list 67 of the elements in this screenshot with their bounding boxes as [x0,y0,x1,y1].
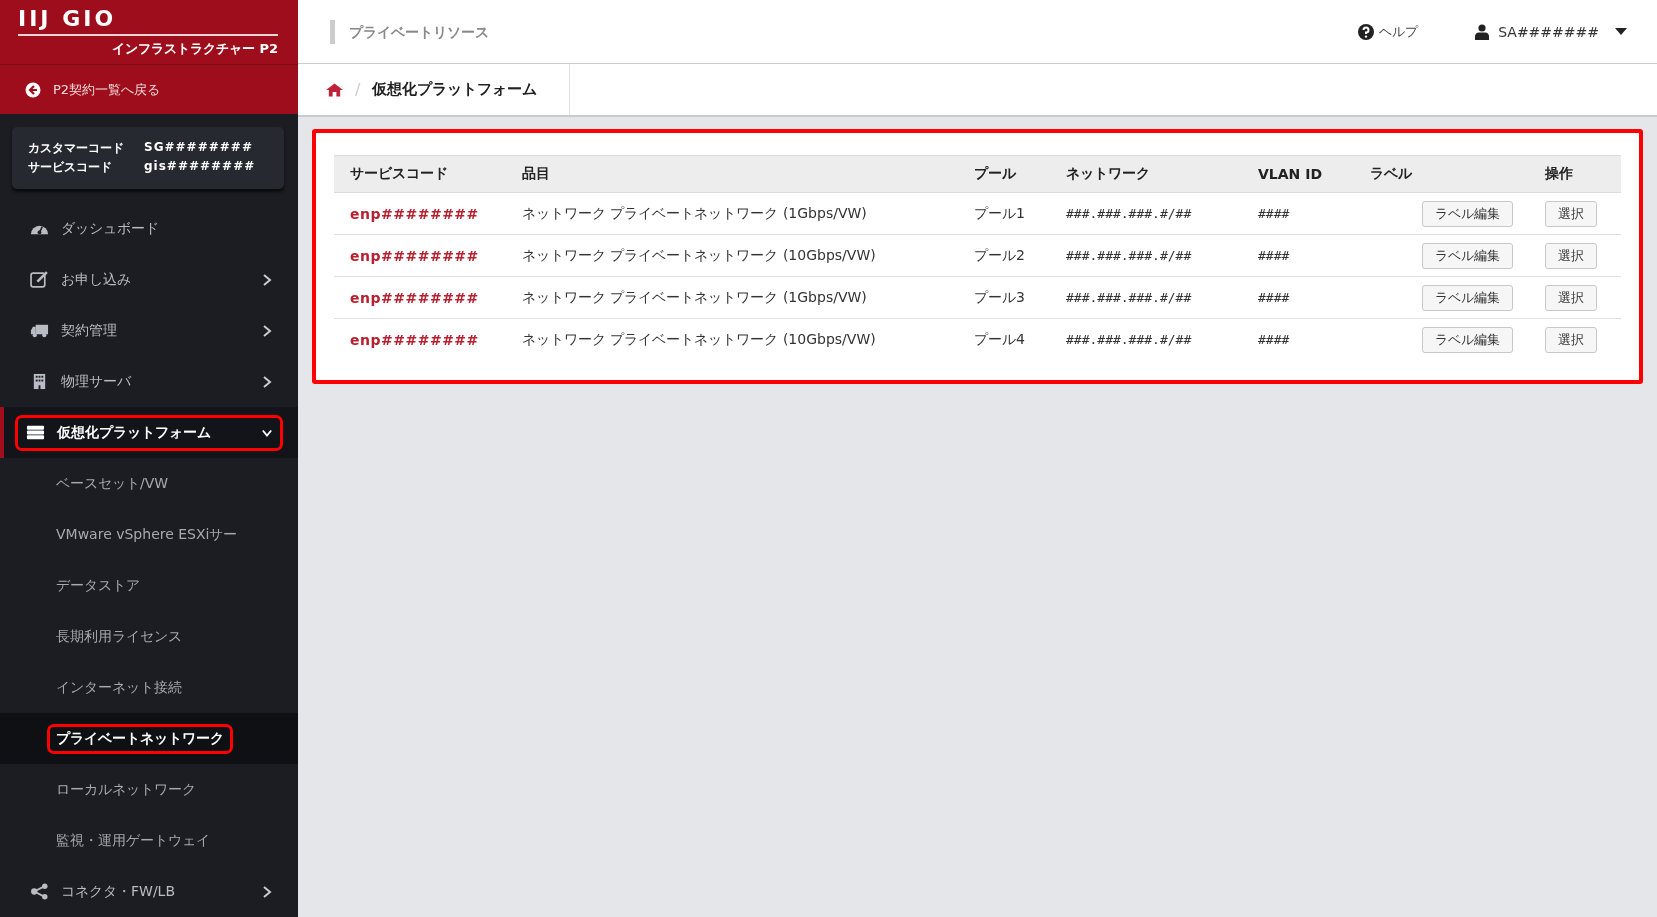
service-code-link[interactable]: enp######## [350,289,479,306]
table-cell: プール2 [958,234,1050,277]
help-icon [1358,23,1375,40]
menu-item[interactable]: 物理サーバ [22,366,280,397]
submenu-item[interactable]: ベースセット/VW [50,471,175,496]
breadcrumb-separator: / [355,80,361,99]
user-icon [1474,23,1491,40]
edit-label-button[interactable]: ラベル編集 [1422,200,1513,227]
user-menu[interactable]: SA####### [1474,23,1627,40]
logo: IIJ GIO [18,6,278,36]
edit-label-button[interactable]: ラベル編集 [1422,326,1513,353]
table-cell: #### [1242,318,1354,360]
menu-item[interactable]: コネクタ・FW/LB [22,876,280,907]
account-label: サービスコード [28,159,113,176]
back-link[interactable]: P2契約一覧へ戻る [0,65,298,114]
column-header: 品目 [506,155,958,193]
submenu-item[interactable]: 監視・運用ゲートウェイ [50,828,216,853]
breadcrumb-item: 仮想化プラットフォーム [372,80,538,99]
select-button[interactable]: 選択 [1545,200,1597,227]
column-header: ネットワーク [1050,155,1242,193]
account-label: カスタマーコード [28,140,125,157]
service-code-link[interactable]: enp######## [350,247,479,264]
edit-label-button[interactable]: ラベル編集 [1422,242,1513,269]
brand-subtitle: インフラストラクチャー P2 [111,40,278,58]
submenu-item[interactable]: 長期利用ライセンス [50,624,188,649]
submenu-item[interactable]: インターネット接続 [50,675,188,700]
truck-icon [30,322,49,339]
service-code-link[interactable]: enp######## [350,205,479,222]
edit-icon [30,271,49,288]
share-icon [30,883,49,900]
column-header: ラベル [1354,155,1529,193]
column-header: サービスコード [334,155,506,193]
submenu-item[interactable]: データストア [50,573,146,598]
table-cell: ネットワーク プライベートネットワーク (10Gbps/VW) [506,234,958,277]
table-cell: プール3 [958,276,1050,319]
submenu-item[interactable]: ローカルネットワーク [50,777,202,802]
table-cell: ネットワーク プライベートネットワーク (10Gbps/VW) [506,318,958,360]
account-value: gis######## [144,159,257,175]
table-cell: プール1 [958,192,1050,235]
table-cell: ###.###.###.#/## [1050,192,1242,235]
table-cell: ネットワーク プライベートネットワーク (1Gbps/VW) [506,192,958,235]
column-header: プール [958,155,1050,193]
table-cell: #### [1242,234,1354,277]
select-button[interactable]: 選択 [1545,326,1597,353]
menu-item[interactable]: お申し込み [22,264,280,295]
service-code-link[interactable]: enp######## [350,331,479,348]
table-cell: #### [1242,276,1354,319]
column-header: VLAN ID [1242,155,1354,193]
table-cell: #### [1242,192,1354,235]
table-cell: ###.###.###.#/## [1050,318,1242,360]
menu-item[interactable]: ダッシュボード [22,213,280,244]
help-link[interactable]: ヘルプ [1358,22,1419,41]
table-cell: プール4 [958,318,1050,360]
server-icon [26,424,45,441]
back-arrow-icon [25,81,41,98]
table-cell: ###.###.###.#/## [1050,234,1242,277]
menu-item[interactable]: 契約管理 [22,315,280,346]
home-icon[interactable] [326,82,343,97]
caret-icon [1615,27,1627,36]
submenu-item[interactable]: VMware vSphere ESXiサー [50,522,244,547]
account-value: SG######## [144,140,254,156]
table-cell: ###.###.###.#/## [1050,276,1242,319]
select-button[interactable]: 選択 [1545,284,1597,311]
edit-label-button[interactable]: ラベル編集 [1422,284,1513,311]
select-button[interactable]: 選択 [1545,242,1597,269]
column-header: 操作 [1529,155,1621,193]
table-cell: ネットワーク プライベートネットワーク (1Gbps/VW) [506,276,958,319]
